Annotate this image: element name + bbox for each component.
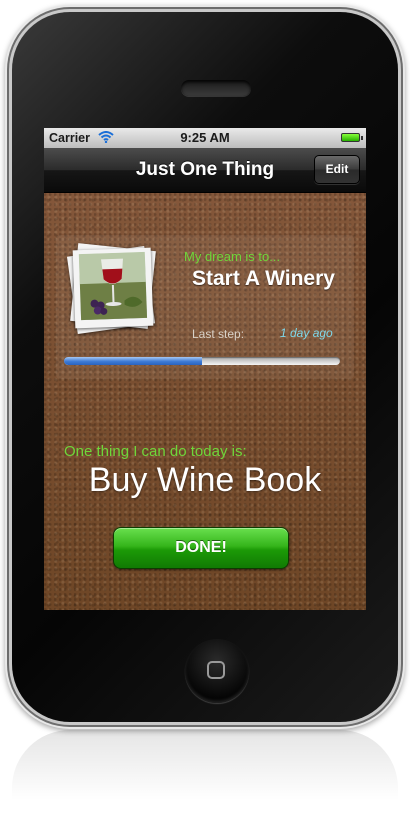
earpiece-speaker [181, 80, 251, 96]
dream-progress-bar [64, 357, 340, 365]
photo-frame [72, 247, 154, 329]
battery-icon [341, 133, 363, 142]
dream-progress-fill [64, 357, 202, 365]
home-button[interactable] [185, 639, 249, 703]
last-step-value: 1 day ago [280, 326, 333, 340]
wine-glass-photo [78, 251, 148, 321]
status-time: 9:25 AM [180, 130, 230, 145]
navigation-bar: Just One Thing Edit [44, 148, 366, 193]
today-task[interactable]: Buy Wine Book [44, 461, 366, 500]
corkboard-background: My dream is to... Start A Winery Last st… [44, 193, 366, 610]
phone-reflection [12, 730, 398, 818]
done-button[interactable]: DONE! [113, 527, 289, 569]
status-bar: Carrier 9:25 AM [44, 128, 366, 148]
today-label: One thing I can do today is: [64, 443, 247, 460]
last-step-label: Last step: [192, 327, 245, 341]
edit-button[interactable]: Edit [314, 155, 360, 184]
app-screen: Carrier 9:25 AM Just One Thing Edit My d… [44, 128, 366, 610]
dream-label: My dream is to... [184, 249, 281, 264]
dream-photo-stack[interactable] [66, 243, 158, 335]
dream-title[interactable]: Start A Winery [192, 267, 335, 291]
home-square-icon [207, 661, 225, 679]
